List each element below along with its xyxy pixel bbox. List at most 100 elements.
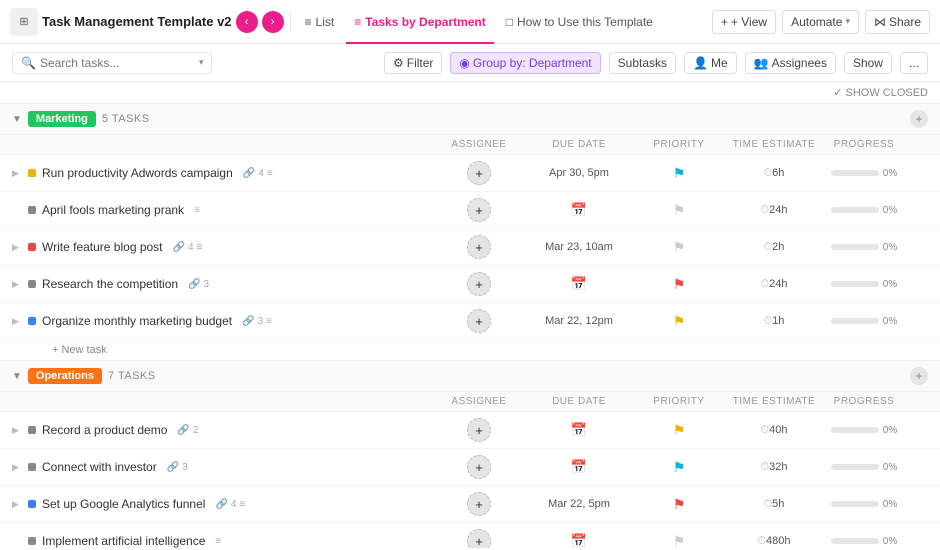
priority-flag[interactable]: ⚑ [673, 313, 686, 330]
subtask-icon: 🔗 [188, 279, 200, 290]
operations-add-btn[interactable]: + [910, 367, 928, 385]
priority-flag[interactable]: ⚑ [673, 533, 686, 549]
col-task-ops [12, 396, 434, 407]
tab-list[interactable]: ≡ List [297, 0, 343, 44]
expand-arrow[interactable]: ▶ [12, 425, 22, 436]
col-priority-ops: PRIORITY [634, 396, 724, 407]
task-name[interactable]: Write feature blog post [42, 240, 163, 254]
priority-flag[interactable]: ⚑ [673, 459, 686, 476]
time-est-cell: ⏱ 40h [724, 424, 824, 437]
task-dot [28, 463, 36, 471]
show-closed-toggle[interactable]: ✓ SHOW CLOSED [833, 86, 928, 99]
expand-arrow[interactable]: ▶ [12, 316, 22, 327]
task-name-cell: ▶ Set up Google Analytics funnel 🔗 4 ≡ [12, 497, 434, 511]
progress-cell: 0% [824, 425, 904, 436]
progress-bar-wrap: 0% [831, 279, 897, 290]
due-date-cell: 📅 [524, 202, 634, 218]
search-input[interactable] [40, 56, 195, 70]
progress-bar-wrap: 0% [831, 462, 897, 473]
marketing-new-task-btn[interactable]: + New task [0, 340, 940, 361]
more-button[interactable]: ... [900, 52, 928, 74]
expand-arrow[interactable]: ▶ [12, 168, 22, 179]
expand-arrow[interactable]: ▶ [12, 242, 22, 253]
tab-list-label: List [316, 15, 335, 29]
priority-flag[interactable]: ⚑ [673, 496, 686, 513]
task-name[interactable]: Implement artificial intelligence [42, 534, 205, 548]
priority-flag[interactable]: ⚑ [673, 276, 686, 293]
assignee-avatar[interactable]: + [467, 161, 491, 185]
nav-fwd[interactable]: › [262, 11, 284, 33]
task-name[interactable]: Set up Google Analytics funnel [42, 497, 205, 511]
subtask-count: 3 [182, 462, 188, 473]
assignee-avatar[interactable]: + [467, 492, 491, 516]
task-name[interactable]: Record a product demo [42, 423, 167, 437]
assignee-avatar[interactable]: + [467, 235, 491, 259]
operations-collapse-btn[interactable]: ▼ [12, 371, 22, 382]
col-add-ops [904, 396, 928, 407]
task-name-cell: ▶ Run productivity Adwords campaign 🔗 4 … [12, 166, 434, 180]
search-icon: 🔍 [21, 56, 36, 70]
assignees-button[interactable]: 👥 Assignees [745, 52, 836, 74]
app-title: Task Management Template v2 [42, 14, 232, 29]
expand-arrow[interactable]: ▶ [12, 499, 22, 510]
task-name[interactable]: April fools marketing prank [42, 203, 184, 217]
subtask-icon: 🔗 [173, 242, 185, 253]
section-operations: ▼ Operations 7 TASKS + ASSIGNEE DUE DATE… [0, 361, 940, 548]
assignee-avatar[interactable]: + [467, 529, 491, 548]
share-label: Share [889, 15, 921, 29]
task-name-cell: ▶ Implement artificial intelligence ≡ [12, 534, 434, 548]
marketing-add-btn[interactable]: + [910, 110, 928, 128]
task-name[interactable]: Run productivity Adwords campaign [42, 166, 233, 180]
due-date-cell: Mar 23, 10am [524, 241, 634, 253]
table-row: ▶ Organize monthly marketing budget 🔗 3 … [0, 303, 940, 340]
due-date-cell: 📅 [524, 533, 634, 548]
subtask-icon: 🔗 [242, 316, 254, 327]
nav-back[interactable]: ‹ [236, 11, 258, 33]
filter-icon: ⚙ [393, 56, 404, 70]
expand-arrow[interactable]: ▶ [12, 462, 22, 473]
assignee-avatar[interactable]: + [467, 198, 491, 222]
assignee-avatar[interactable]: + [467, 272, 491, 296]
tab-how-to[interactable]: □ How to Use this Template [498, 0, 661, 44]
table-row: ▶ Run productivity Adwords campaign 🔗 4 … [0, 155, 940, 192]
show-button[interactable]: Show [844, 52, 892, 74]
time-est-cell: ⏱ 24h [724, 278, 824, 291]
view-button[interactable]: + + View [712, 10, 776, 34]
table-row: ▶ Record a product demo 🔗 2 + 📅 ⚑ ⏱ 40h [0, 412, 940, 449]
task-name[interactable]: Research the competition [42, 277, 178, 291]
task-name-cell: ▶ Record a product demo 🔗 2 [12, 423, 434, 437]
due-date: Mar 23, 10am [545, 241, 613, 253]
share-button[interactable]: ⋈ Share [865, 10, 930, 34]
task-name[interactable]: Organize monthly marketing budget [42, 314, 232, 328]
more-label: ... [909, 56, 919, 70]
priority-flag[interactable]: ⚑ [673, 165, 686, 182]
filter-button[interactable]: ⚙ Filter [384, 52, 442, 74]
progress-bar [831, 244, 879, 250]
tab-tasks-by-dept[interactable]: ≡ Tasks by Department [346, 0, 494, 44]
subtask-count: 4 [258, 168, 264, 179]
marketing-collapse-btn[interactable]: ▼ [12, 114, 22, 125]
assignee-avatar[interactable]: + [467, 418, 491, 442]
search-chevron[interactable]: ▾ [199, 57, 204, 68]
task-name[interactable]: Connect with investor [42, 460, 157, 474]
priority-flag[interactable]: ⚑ [673, 422, 686, 439]
automate-label: Automate [791, 15, 842, 29]
progress-bar [831, 318, 879, 324]
subtask-icon: 🔗 [243, 168, 255, 179]
task-meta: 🔗 4 ≡ [243, 168, 273, 179]
col-time-est: TIME ESTIMATE [724, 139, 824, 150]
me-button[interactable]: 👤 Me [684, 52, 737, 74]
assignee-avatar[interactable]: + [467, 455, 491, 479]
table-row: ▶ Connect with investor 🔗 3 + 📅 ⚑ ⏱ 32h [0, 449, 940, 486]
group-by-button[interactable]: ◉ Group by: Department [450, 52, 600, 74]
priority-flag[interactable]: ⚑ [673, 202, 686, 219]
topbar-actions: + + View Automate ▾ ⋈ Share [712, 10, 930, 34]
subtasks-button[interactable]: Subtasks [609, 52, 676, 74]
priority-flag[interactable]: ⚑ [673, 239, 686, 256]
priority-cell: ⚑ [634, 496, 724, 513]
expand-arrow[interactable]: ▶ [12, 279, 22, 290]
automate-button[interactable]: Automate ▾ [782, 10, 859, 34]
show-closed-bar: ✓ SHOW CLOSED [0, 82, 940, 104]
search-box[interactable]: 🔍 ▾ [12, 52, 212, 74]
assignee-avatar[interactable]: + [467, 309, 491, 333]
